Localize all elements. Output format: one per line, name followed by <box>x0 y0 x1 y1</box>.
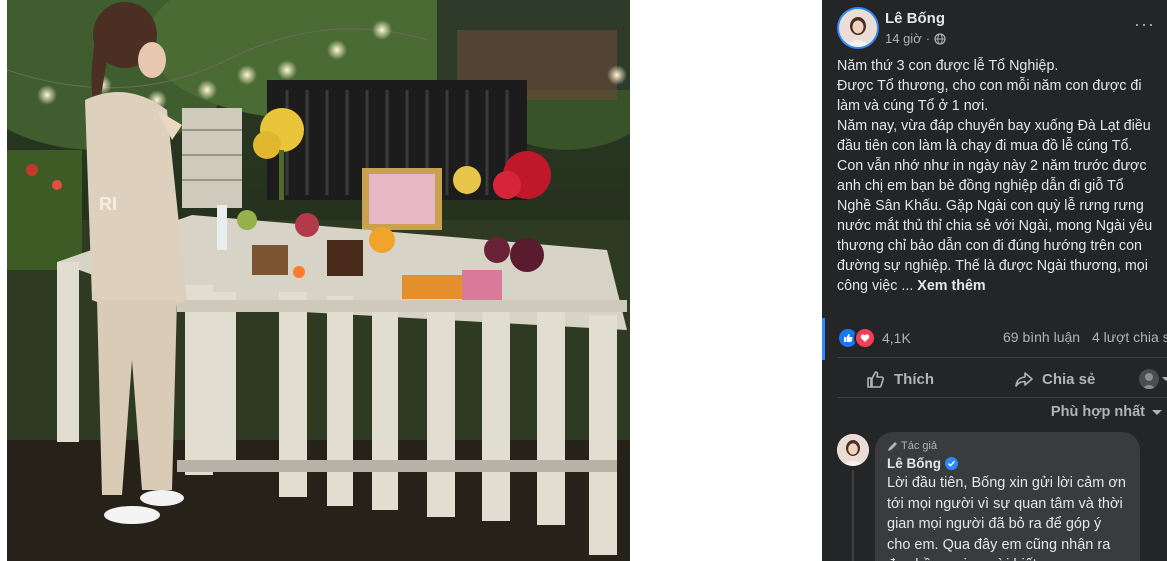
like-button[interactable]: Thích <box>866 362 934 396</box>
caption-line: Năm thứ 3 con được lễ Tổ Nghiệp. <box>837 58 1059 74</box>
comment-count[interactable]: 69 bình luận <box>1003 329 1080 345</box>
see-more-link[interactable]: Xem thêm <box>917 278 985 294</box>
verified-check-icon <box>945 457 958 470</box>
share-arrow-icon <box>1015 372 1033 387</box>
love-reaction-icon <box>854 327 876 349</box>
reaction-summary[interactable]: 4,1K <box>837 327 911 349</box>
post-actions: Thích Chia sẻ <box>822 362 1167 396</box>
chevron-down-icon <box>1162 377 1167 381</box>
share-count[interactable]: 4 lượt chia sẻ <box>1092 329 1167 345</box>
pen-icon <box>888 441 897 451</box>
post-as-selector[interactable] <box>1139 362 1167 396</box>
viewer-avatar <box>1139 369 1159 389</box>
post-caption: Năm thứ 3 con được lễ Tổ Nghiệp. Được Tổ… <box>837 56 1159 296</box>
comment-author-name: Lê Bống <box>887 456 941 471</box>
share-label: Chia sẻ <box>1042 370 1096 388</box>
share-button[interactable]: Chia sẻ <box>1014 362 1095 396</box>
commenter-avatar[interactable] <box>837 434 869 466</box>
author-badge-label: Tác giả <box>901 440 938 452</box>
sort-label: Phù hợp nhất <box>1050 404 1145 420</box>
photo-viewer: RI <box>0 0 822 561</box>
author-badge: Tác giả <box>887 440 937 452</box>
like-label: Thích <box>894 370 934 388</box>
altar-garden-photo: RI <box>7 0 630 561</box>
comment-author[interactable]: Lê Bống <box>887 456 958 471</box>
post-side-panel: Lê Bống 14 giờ · ··· Năm thứ 3 con được … <box>822 0 1167 561</box>
svg-text:RI: RI <box>99 194 117 214</box>
caret-down-icon <box>1152 410 1162 415</box>
avatar-photo <box>837 434 869 466</box>
avatar-photo <box>839 9 877 47</box>
caption-line: Được Tổ thương, cho con mỗi năm con được… <box>837 78 1142 114</box>
post-time[interactable]: 14 giờ <box>885 31 922 46</box>
author-avatar[interactable] <box>839 9 877 47</box>
focus-indicator <box>822 318 825 360</box>
comment-sort-dropdown[interactable]: Phù hợp nhất <box>1051 404 1163 420</box>
caption-line: Năm nay, vừa đáp chuyến bay xuống Đà Lạt… <box>837 116 1159 296</box>
globe-icon <box>934 32 946 45</box>
reaction-count: 4,1K <box>882 330 911 346</box>
divider <box>837 357 1167 358</box>
divider <box>837 397 1167 398</box>
meta-separator: · <box>925 31 931 46</box>
post-photo[interactable]: RI <box>7 0 630 561</box>
thread-line <box>852 470 854 561</box>
caption-text: Năm nay, vừa đáp chuyến bay xuống Đà Lạt… <box>837 118 1153 294</box>
comment-bubble: Tác giả Lê Bống Lời đầu tiên, Bống xin g… <box>875 432 1140 561</box>
comment-text: Lời đầu tiên, Bống xin gửi lời cảm ơn tớ… <box>887 475 1126 561</box>
more-options-button[interactable]: ··· <box>1134 14 1155 35</box>
thumbs-up-icon <box>867 371 884 388</box>
engagement-stats: 4,1K 69 bình luận 4 lượt chia sẻ <box>837 327 1167 349</box>
post-author-name[interactable]: Lê Bống <box>885 10 945 27</box>
post-meta: 14 giờ · <box>885 31 946 46</box>
